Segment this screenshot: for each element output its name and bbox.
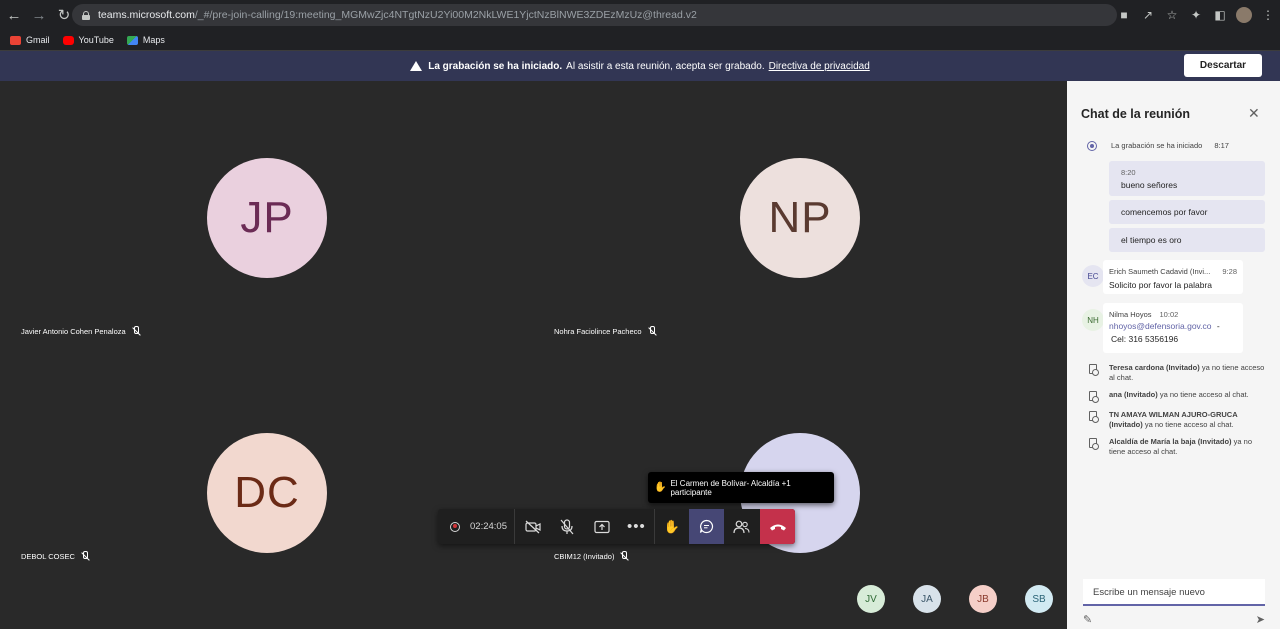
warning-icon (410, 61, 423, 71)
send-icon[interactable]: ➤ (1256, 613, 1265, 626)
more-actions-button[interactable]: ••• (619, 509, 654, 544)
camera-off-icon (524, 520, 541, 533)
maps-icon (126, 35, 138, 45)
document-icon (1089, 391, 1099, 403)
phone-hangup-icon (769, 524, 786, 530)
avatar[interactable]: NH (1082, 309, 1104, 331)
bookmark-maps[interactable]: Maps (126, 35, 165, 45)
browser-toolbar: ← → ↻ teams.microsoft.com/_#/pre-join-ca… (0, 0, 1280, 30)
participant-avatar-jv[interactable]: JV (857, 585, 885, 613)
recording-icon (450, 521, 460, 532)
access-notice: Teresa cardona (Invitado) ya no tiene ac… (1089, 363, 1269, 383)
back-icon[interactable]: ← (3, 4, 25, 26)
participant-name: Javier Antonio Cohen Penaloza (21, 326, 141, 336)
my-message[interactable]: 8:20 bueno señores (1109, 161, 1265, 196)
access-notice: ana (Invitado) ya no tiene acceso al cha… (1089, 390, 1269, 403)
chat-button[interactable] (689, 509, 724, 544)
bookmark-gmail[interactable]: Gmail (10, 35, 50, 45)
mic-off-icon (560, 518, 574, 534)
more-icon: ••• (626, 518, 646, 535)
forward-icon[interactable]: → (28, 4, 50, 26)
recording-started-notice: La grabación se ha iniciado 8:17 (1087, 141, 1272, 151)
meeting-chat-panel: Chat de la reunión ✕ La grabación se ha … (1067, 81, 1280, 629)
youtube-icon (62, 35, 74, 45)
chat-title: Chat de la reunión (1081, 107, 1191, 121)
participant-avatar-sb[interactable]: SB (1025, 585, 1053, 613)
url-host: teams.microsoft.com (98, 9, 195, 21)
participant-name: DEBOL COSEC (21, 551, 90, 561)
format-icon[interactable]: ✎ (1083, 613, 1092, 626)
mic-off-button[interactable] (550, 509, 585, 544)
recording-indicator: 02:24:05 (438, 509, 516, 544)
document-icon (1089, 364, 1099, 376)
kebab-menu-icon[interactable]: ⋮ (1256, 3, 1280, 27)
privacy-policy-link[interactable]: Directiva de privacidad (769, 61, 870, 72)
document-icon (1089, 411, 1099, 423)
call-controls: 02:24:05 ••• ✋ (438, 509, 795, 544)
share-screen-button[interactable] (584, 509, 619, 544)
share-icon[interactable]: ↗ (1136, 3, 1160, 27)
hang-up-button[interactable] (760, 509, 795, 544)
bookmark-youtube[interactable]: YouTube (62, 35, 114, 45)
my-message[interactable]: el tiempo es oro (1109, 228, 1265, 252)
participant-name: Nohra Faciolince Pacheco (554, 326, 657, 336)
banner-text: Al asistir a esta reunión, acepta ser gr… (566, 60, 765, 72)
chat-message[interactable]: Erich Saumeth Cadavid (Invi... 9:28 Solic… (1103, 260, 1243, 294)
avatar[interactable]: EC (1082, 265, 1104, 287)
access-notice: Alcaldía de María la baja (Invitado) ya … (1089, 437, 1269, 457)
participant-avatar: DC (207, 433, 327, 553)
lock-icon (82, 10, 90, 20)
url-path: /_#/pre-join-calling/19:meeting_MGMwZjc4… (194, 9, 697, 21)
banner-bold-text: La grabación se ha iniciado. (428, 60, 563, 72)
video-tile-jp[interactable]: JP Javier Antonio Cohen Penaloza (0, 81, 532, 354)
participant-avatar-ja[interactable]: JA (913, 585, 941, 613)
star-icon[interactable]: ☆ (1160, 3, 1184, 27)
recording-icon (1087, 141, 1097, 151)
call-timer: 02:24:05 (470, 521, 507, 532)
chat-icon (699, 519, 714, 534)
document-icon (1089, 438, 1099, 450)
camera-off-button[interactable] (515, 509, 550, 544)
raise-hand-button[interactable]: ✋ (655, 509, 690, 544)
participants-button[interactable] (724, 509, 759, 544)
email-link[interactable]: nhoyos@defensoria.gov.co (1109, 321, 1212, 331)
access-notice: TN AMAYA WILMAN AJURO-GRUCA (Invitado) y… (1089, 410, 1269, 430)
bookmarks-bar: Gmail YouTube Maps (0, 30, 1280, 51)
close-icon[interactable]: ✕ (1248, 105, 1260, 122)
share-screen-icon (594, 520, 610, 533)
mic-off-icon (647, 326, 657, 336)
mic-off-icon (80, 551, 90, 561)
camera-indicator-icon[interactable]: ■ (1112, 3, 1136, 27)
mic-off-icon (619, 551, 629, 561)
extensions-icon[interactable]: ✦ (1184, 3, 1208, 27)
dismiss-button[interactable]: Descartar (1184, 54, 1262, 77)
participant-avatar: JP (207, 158, 327, 278)
recording-banner: La grabación se ha iniciado. Al asistir … (0, 51, 1280, 81)
mic-off-icon (131, 326, 141, 336)
participant-avatar-jb[interactable]: JB (969, 585, 997, 613)
message-input[interactable]: Escribe un mensaje nuevo (1083, 579, 1265, 606)
video-tile-dc[interactable]: DC DEBOL COSEC (0, 355, 532, 629)
raised-hand-icon: ✋ (654, 482, 667, 493)
sidepanel-icon[interactable]: ◧ (1208, 3, 1232, 27)
address-bar[interactable]: teams.microsoft.com/_#/pre-join-calling/… (72, 4, 1117, 26)
people-icon (732, 520, 750, 533)
participant-avatar: NP (740, 158, 860, 278)
hand-icon: ✋ (663, 518, 680, 534)
video-tile-np[interactable]: NP Nohra Faciolince Pacheco (533, 81, 1067, 354)
participant-name: CBIM12 (Invitado) (554, 551, 629, 561)
profile-avatar[interactable] (1236, 7, 1252, 23)
gmail-icon (10, 35, 21, 45)
my-message[interactable]: comencemos por favor (1109, 200, 1265, 224)
compose-tools: ✎ ➤ (1083, 613, 1265, 626)
chat-message[interactable]: Nilma Hoyos 10:02 nhoyos@defensoria.gov.c… (1103, 303, 1243, 353)
raised-hand-tooltip: ✋ El Carmen de Bolívar- Alcaldía +1 part… (648, 472, 834, 503)
